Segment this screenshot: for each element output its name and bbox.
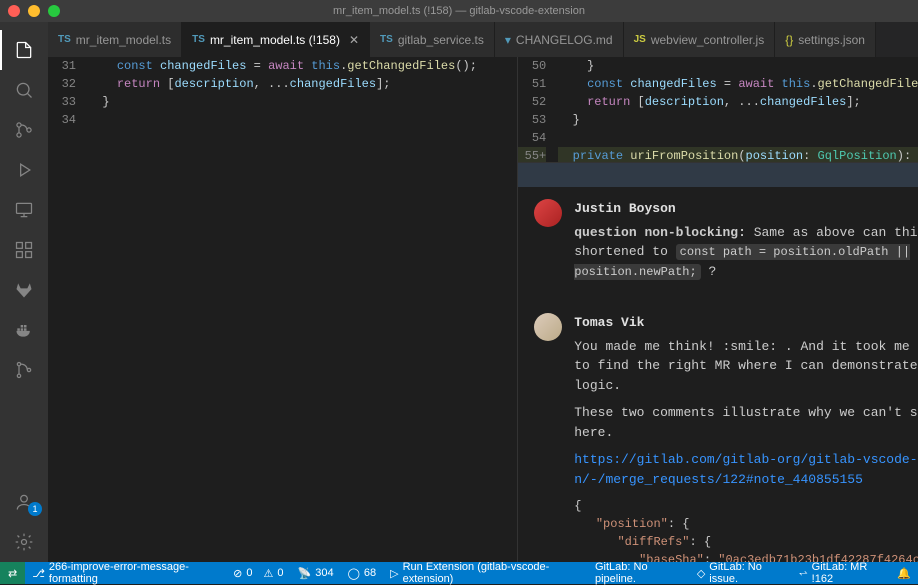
code-content-right[interactable]: } const changedFiles = await this.getCha… [558, 57, 918, 162]
explorer-icon[interactable] [0, 30, 48, 70]
gitlab-mr-status[interactable]: ⥋GitLab: MR !162 [792, 562, 890, 584]
tab-label: gitlab_service.ts [398, 33, 484, 47]
run-debug-icon[interactable] [0, 150, 48, 190]
comment-block: Tomas Vik You made me think! :smile: . An… [518, 301, 918, 562]
window-title: mr_item_model.ts (!158) — gitlab-vscode-… [333, 5, 585, 17]
git-branch-status[interactable]: ⎇266-improve-error-message-formatting [25, 562, 226, 584]
tab-label: webview_controller.js [651, 33, 764, 47]
tab-label: CHANGELOG.md [516, 33, 613, 47]
run-task-status[interactable]: ▷Run Extension (gitlab-vscode-extension) [383, 562, 588, 584]
gitlab-pipeline-status[interactable]: GitLab: No pipeline. [588, 562, 690, 584]
search-icon[interactable] [0, 70, 48, 110]
editor-area: TSmr_item_model.tsTSmr_item_model.ts (!1… [48, 22, 918, 562]
comment-text: These two comments illustrate why we can… [574, 403, 918, 442]
editor-right-pane[interactable]: 505152535455+56+57▸ } const changedFiles… [518, 57, 918, 562]
remote-indicator[interactable]: ⇄ [0, 562, 25, 584]
antenna-icon: 📡 [298, 567, 312, 580]
tab-actions: ↑ ↓ ▯▯ ⋯ [914, 22, 918, 57]
minimize-window-button[interactable] [28, 5, 40, 17]
debug-icon: ▷ [390, 567, 398, 580]
git-graph-icon[interactable] [0, 350, 48, 390]
comment-link[interactable]: https://gitlab.com/gitlab-org/gitlab-vsc… [574, 452, 918, 487]
docker-icon[interactable] [0, 310, 48, 350]
comment-author: Tomas Vik [574, 313, 918, 333]
tab-label: mr_item_model.ts [76, 33, 171, 47]
settings-gear-icon[interactable] [0, 522, 48, 562]
traffic-lights [8, 5, 60, 17]
warning-icon: ⚠ [264, 567, 274, 580]
line-gutter-left: 31323334 [48, 57, 88, 562]
line-gutter-right: 505152535455+56+57▸ [518, 57, 558, 162]
comment-author: Justin Boyson [574, 199, 918, 219]
maximize-window-button[interactable] [48, 5, 60, 17]
activity-bar: 1 [0, 22, 48, 562]
branch-icon: ⎇ [32, 567, 45, 580]
gitlab-issue-status[interactable]: ◇GitLab: No issue. [690, 562, 792, 584]
accounts-icon[interactable]: 1 [0, 482, 48, 522]
editor-tabs: TSmr_item_model.tsTSmr_item_model.ts (!1… [48, 22, 918, 57]
editor-tab[interactable]: JSwebview_controller.js [624, 22, 776, 57]
mr-icon: ⥋ [799, 567, 808, 580]
close-tab-icon[interactable]: ✕ [349, 33, 359, 47]
editor-tab[interactable]: ▾CHANGELOG.md [495, 22, 624, 57]
source-control-icon[interactable] [0, 110, 48, 150]
editor-left-pane[interactable]: 31323334 const changedFiles = await this… [48, 57, 518, 562]
editor-tab[interactable]: TSmr_item_model.ts [48, 22, 182, 57]
comment-text: You made me think! :smile: . And it took… [574, 337, 918, 396]
count-status[interactable]: ◯68 [341, 562, 384, 584]
avatar[interactable] [534, 199, 562, 227]
review-comments-panel: ⌃ Justin Boyson question non-blocking: Sa… [518, 162, 918, 562]
gitlab-icon[interactable] [0, 270, 48, 310]
status-bar: ⇄ ⎇266-improve-error-message-formatting … [0, 562, 918, 584]
window-titlebar: mr_item_model.ts (!158) — gitlab-vscode-… [0, 0, 918, 22]
comments-collapse-bar[interactable]: ⌃ [518, 163, 918, 187]
editor-tab[interactable]: TSgitlab_service.ts [370, 22, 495, 57]
editor-tab[interactable]: TSmr_item_model.ts (!158)✕ [182, 22, 370, 57]
remote-explorer-icon[interactable] [0, 190, 48, 230]
circle-icon: ◯ [348, 567, 360, 580]
issue-icon: ◇ [697, 567, 705, 580]
extensions-icon[interactable] [0, 230, 48, 270]
comment-code-block: { "position": { "diffRefs": { "baseSha":… [574, 497, 918, 562]
comment-block: Justin Boyson question non-blocking: Same… [518, 187, 918, 301]
problems-status[interactable]: ⊘0 ⚠0 [226, 562, 290, 584]
remote-icon: ⇄ [8, 567, 17, 580]
notifications-icon[interactable]: 🔔 [890, 562, 918, 584]
accounts-badge: 1 [28, 502, 42, 516]
code-content-left[interactable]: const changedFiles = await this.getChang… [88, 57, 517, 562]
avatar[interactable] [534, 313, 562, 341]
error-icon: ⊘ [233, 567, 242, 580]
tab-label: settings.json [798, 33, 865, 47]
comment-text: question non-blocking: Same as above can… [574, 223, 918, 282]
ports-status[interactable]: 📡304 [291, 562, 341, 584]
tab-label: mr_item_model.ts (!158) [210, 33, 340, 47]
close-window-button[interactable] [8, 5, 20, 17]
editor-tab[interactable]: {}settings.json [775, 22, 876, 57]
